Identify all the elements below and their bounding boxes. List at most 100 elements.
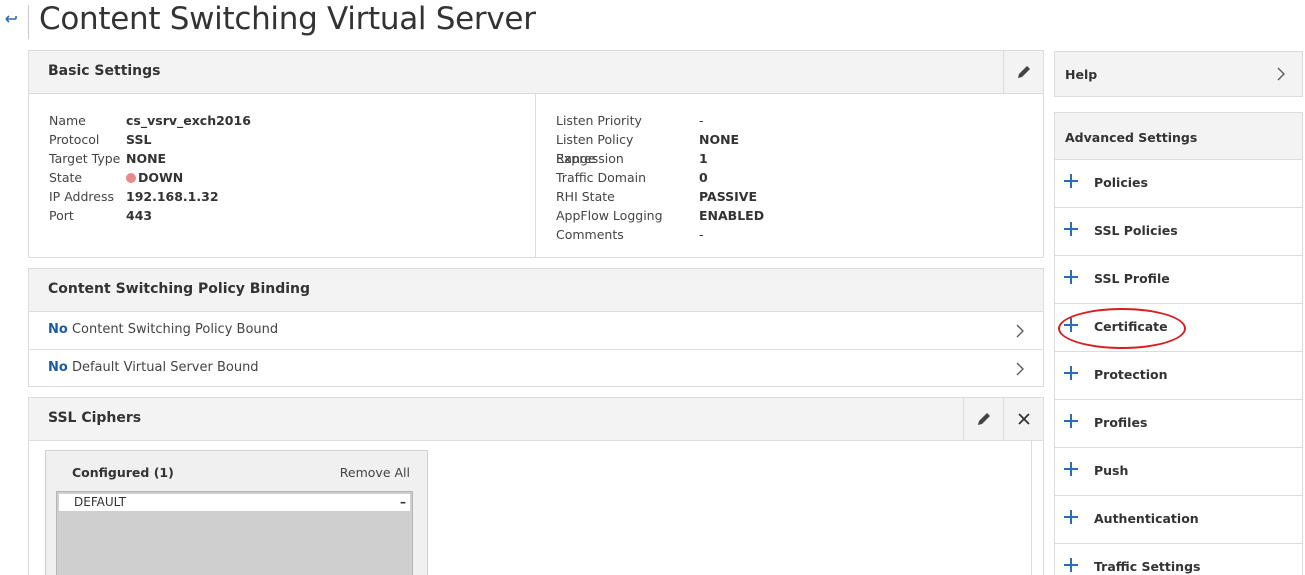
binding-count: No <box>48 322 68 337</box>
adv-item-ssl-profile[interactable]: SSL Profile <box>1055 256 1302 304</box>
adv-item-profiles[interactable]: Profiles <box>1055 400 1302 448</box>
kv-key: State <box>49 170 83 185</box>
adv-item-label: Policies <box>1094 175 1148 190</box>
plus-icon <box>1064 462 1078 476</box>
remove-cipher-button[interactable]: – <box>400 494 406 511</box>
page-title: Content Switching Virtual Server <box>39 1 536 37</box>
kv-key: RHI State <box>556 189 615 204</box>
kv-row: State DOWN <box>49 168 251 187</box>
kv-row: Port 443 <box>49 206 251 225</box>
kv-value: 1 <box>699 151 708 166</box>
title-separator <box>28 5 29 39</box>
chevron-right-icon <box>1016 362 1024 376</box>
kv-row: AppFlow Logging ENABLED <box>556 206 764 225</box>
remove-all-link[interactable]: Remove All <box>340 465 410 480</box>
list-item[interactable]: DEFAULT – <box>59 494 410 511</box>
kv-key: Traffic Domain <box>556 170 647 185</box>
kv-value: ENABLED <box>699 208 765 223</box>
pencil-icon <box>1017 66 1030 78</box>
configured-ciphers-list[interactable]: DEFAULT – <box>56 491 413 575</box>
adv-item-certificate[interactable]: Certificate <box>1055 304 1302 352</box>
kv-value: - <box>699 113 704 128</box>
basic-settings-left: Name cs_vsrv_exch2016 Protocol SSL Target … <box>49 111 251 225</box>
adv-item-label: Traffic Settings <box>1094 559 1201 574</box>
chevron-right-icon <box>1016 324 1024 338</box>
kv-key: IP Address <box>49 189 114 204</box>
kv-row: IP Address 192.168.1.32 <box>49 187 251 206</box>
ssl-ciphers-panel: SSL Ciphers Configured (1) Remove All DE… <box>28 397 1044 575</box>
basic-settings-right: Listen Priority - Listen Policy Expressio… <box>556 111 764 244</box>
plus-icon <box>1064 174 1078 188</box>
adv-item-ssl-policies[interactable]: SSL Policies <box>1055 208 1302 256</box>
kv-value: PASSIVE <box>699 189 757 204</box>
plus-icon <box>1064 558 1078 572</box>
adv-item-push[interactable]: Push <box>1055 448 1302 496</box>
advanced-settings-panel: Advanced Settings Policies SSL Policies … <box>1054 112 1303 575</box>
kv-row: Range 1 <box>556 149 764 168</box>
adv-item-label: Push <box>1094 463 1129 478</box>
kv-key: Port <box>49 208 74 223</box>
chevron-right-icon <box>1277 67 1285 81</box>
kv-row: Comments - <box>556 225 764 244</box>
binding-count: No <box>48 360 68 375</box>
plus-icon <box>1064 318 1078 332</box>
kv-value: NONE <box>699 132 740 147</box>
help-button[interactable]: Help <box>1054 51 1303 97</box>
kv-value: - <box>699 227 704 242</box>
ssl-ciphers-header: SSL Ciphers <box>29 398 1043 441</box>
plus-icon <box>1064 270 1078 284</box>
configured-ciphers-box: Configured (1) Remove All DEFAULT – <box>45 450 428 575</box>
kv-row: Name cs_vsrv_exch2016 <box>49 111 251 130</box>
kv-key: Range <box>556 151 596 166</box>
ssl-ciphers-title: SSL Ciphers <box>48 410 142 426</box>
pencil-icon <box>977 413 990 425</box>
kv-row: Target Type NONE <box>49 149 251 168</box>
adv-item-policies[interactable]: Policies <box>1055 160 1302 208</box>
adv-item-traffic-settings[interactable]: Traffic Settings <box>1055 544 1302 575</box>
plus-icon <box>1064 222 1078 236</box>
basic-settings-divider <box>535 94 536 258</box>
kv-row: Protocol SSL <box>49 130 251 149</box>
kv-key: Target Type <box>49 151 121 166</box>
kv-key: Comments <box>556 227 624 242</box>
cs-policy-bound-row[interactable]: No Content Switching Policy Bound <box>29 312 1043 350</box>
help-label: Help <box>1065 67 1098 82</box>
binding-text: No Content Switching Policy Bound <box>48 322 278 337</box>
kv-value: 0 <box>699 170 708 185</box>
edit-ssl-ciphers-button[interactable] <box>963 398 1003 440</box>
kv-key: Protocol <box>49 132 100 147</box>
back-button[interactable] <box>4 12 20 28</box>
advanced-settings-header: Advanced Settings <box>1055 113 1302 160</box>
kv-key: Listen Policy Expression <box>556 132 634 166</box>
adv-item-protection[interactable]: Protection <box>1055 352 1302 400</box>
kv-value: 192.168.1.32 <box>126 189 219 204</box>
basic-settings-title: Basic Settings <box>48 63 161 79</box>
kv-value: SSL <box>126 132 152 147</box>
adv-item-authentication[interactable]: Authentication <box>1055 496 1302 544</box>
kv-row: Listen Priority - <box>556 111 764 130</box>
default-vserver-bound-row[interactable]: No Default Virtual Server Bound <box>29 350 1043 388</box>
edit-basic-settings-button[interactable] <box>1003 51 1043 93</box>
kv-value: 443 <box>126 208 153 223</box>
adv-item-label: Protection <box>1094 367 1168 382</box>
close-icon <box>1017 413 1030 425</box>
kv-row: Listen Policy Expression NONE <box>556 130 764 166</box>
state-text: DOWN <box>138 170 184 185</box>
adv-item-label: Profiles <box>1094 415 1148 430</box>
binding-label: Default Virtual Server Bound <box>71 360 259 375</box>
status-dot-icon <box>126 173 136 183</box>
plus-icon <box>1064 366 1078 380</box>
cipher-name: DEFAULT <box>74 495 126 509</box>
cs-policy-binding-title: Content Switching Policy Binding <box>48 281 311 297</box>
binding-text: No Default Virtual Server Bound <box>48 360 259 375</box>
kv-key: AppFlow Logging <box>556 208 663 223</box>
close-ssl-ciphers-button[interactable] <box>1003 398 1043 440</box>
binding-label: Content Switching Policy Bound <box>71 322 279 337</box>
kv-row: Traffic Domain 0 <box>556 168 764 187</box>
adv-item-label: Certificate <box>1094 319 1168 334</box>
kv-key: Name <box>49 113 86 128</box>
kv-row: RHI State PASSIVE <box>556 187 764 206</box>
back-arrow-icon <box>5 15 17 23</box>
ssl-ciphers-divider <box>1031 441 1032 575</box>
adv-item-label: Authentication <box>1094 511 1199 526</box>
